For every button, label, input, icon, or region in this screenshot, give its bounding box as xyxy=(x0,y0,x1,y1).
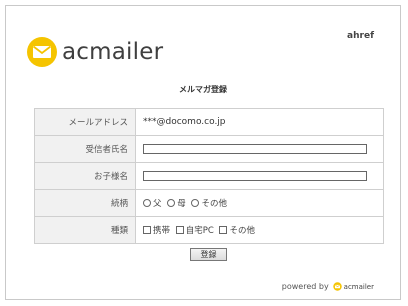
type-option-other[interactable]: その他 xyxy=(219,224,255,236)
child-name-label: お子様名 xyxy=(34,162,136,190)
envelope-icon xyxy=(332,282,342,291)
powered-by-text: powered by xyxy=(281,282,329,291)
option-label: 自宅PC xyxy=(185,225,214,236)
page-title: メルマガ登録 xyxy=(179,85,227,94)
envelope-icon xyxy=(27,37,57,67)
child-name-input[interactable] xyxy=(143,171,367,181)
checkbox[interactable] xyxy=(143,225,151,234)
relationship-option-other[interactable]: その他 xyxy=(191,197,227,209)
radio-button[interactable] xyxy=(143,198,151,207)
type-label: 種類 xyxy=(34,216,136,244)
email-value: ***@docomo.co.jp xyxy=(143,117,226,127)
email-label: メールアドレス xyxy=(34,108,136,136)
form-row-type: 種類 携帯 自宅PC その他 xyxy=(34,216,384,244)
option-label: その他 xyxy=(201,198,227,209)
radio-button[interactable] xyxy=(167,198,176,207)
checkbox[interactable] xyxy=(219,225,228,234)
checkbox[interactable] xyxy=(175,225,184,234)
acmailer-logo[interactable]: acmailer xyxy=(26,36,163,68)
footer-brand[interactable]: acmailer xyxy=(344,283,374,291)
registration-form: メールアドレス ***@docomo.co.jp 受信者氏名 お子様名 続柄 父 xyxy=(34,108,384,244)
register-button[interactable]: 登録 xyxy=(190,248,227,261)
recipient-name-label: 受信者氏名 xyxy=(34,135,136,163)
radio-button[interactable] xyxy=(191,198,200,207)
form-row-relationship: 続柄 父 母 その他 xyxy=(34,189,384,217)
form-row-child-name: お子様名 xyxy=(34,162,384,190)
relationship-option-mother[interactable]: 母 xyxy=(167,197,186,209)
ahref-link[interactable]: ahref xyxy=(347,31,374,41)
type-option-mobile[interactable]: 携帯 xyxy=(143,224,170,236)
logo-text: acmailer xyxy=(62,39,164,65)
type-option-home-pc[interactable]: 自宅PC xyxy=(175,224,214,236)
relationship-option-father[interactable]: 父 xyxy=(143,197,162,209)
option-label: 携帯 xyxy=(153,225,171,236)
relationship-label: 続柄 xyxy=(34,189,136,217)
footer: powered by acmailer xyxy=(282,282,374,291)
option-label: 母 xyxy=(177,198,186,209)
form-row-email: メールアドレス ***@docomo.co.jp xyxy=(34,108,384,136)
page-frame: acmailer ahref メルマガ登録 メールアドレス ***@docomo… xyxy=(5,5,401,300)
option-label: 父 xyxy=(153,198,162,209)
option-label: その他 xyxy=(229,225,255,236)
recipient-name-input[interactable] xyxy=(143,144,367,154)
form-row-recipient-name: 受信者氏名 xyxy=(34,135,384,163)
